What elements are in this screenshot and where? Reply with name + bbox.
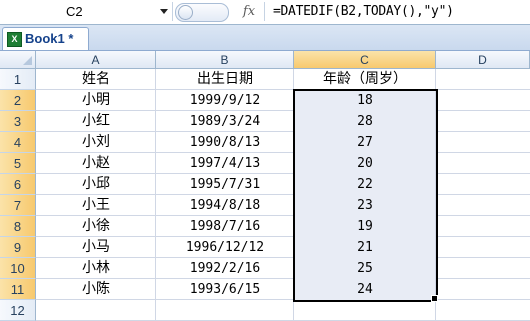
- cell-birth-date[interactable]: 1993/6/15: [156, 279, 294, 300]
- cell-birth-date[interactable]: 1992/2/16: [156, 258, 294, 279]
- row-header-4[interactable]: 4: [0, 132, 36, 153]
- cell-birth-date[interactable]: 1989/3/24: [156, 111, 294, 132]
- cell-name[interactable]: 小赵: [36, 153, 156, 174]
- cell-birth-date[interactable]: 1994/8/18: [156, 195, 294, 216]
- spreadsheet-grid: ABCD 1 2 3 4 5 6 7 8 9 10 11 12 姓名 出生日期 年龄（周岁） 小明 1999/…: [0, 51, 530, 321]
- cell-name[interactable]: 小徐: [36, 216, 156, 237]
- select-all-button[interactable]: [0, 51, 36, 69]
- cell-birth-date[interactable]: 1998/7/16: [156, 216, 294, 237]
- row-header-5[interactable]: 5: [0, 153, 36, 174]
- select-all-icon: [23, 56, 32, 65]
- formula-text: =DATEDIF(B2,TODAY(),"y"): [273, 4, 454, 19]
- cell-name[interactable]: 小陈: [36, 279, 156, 300]
- insert-function-icon[interactable]: fx: [238, 2, 260, 21]
- cell-reference: C2: [66, 4, 83, 19]
- row-header-1[interactable]: 1: [0, 69, 36, 90]
- column-header-c[interactable]: C: [294, 51, 436, 69]
- formula-input[interactable]: =DATEDIF(B2,TODAY(),"y"): [264, 2, 529, 21]
- formula-bar: C2 fx =DATEDIF(B2,TODAY(),"y"): [0, 0, 530, 25]
- selection-border: [293, 89, 438, 302]
- cell-birth-date[interactable]: 1997/4/13: [156, 153, 294, 174]
- fill-handle[interactable]: [431, 295, 438, 302]
- column-header-b[interactable]: B: [156, 51, 294, 69]
- cell-name[interactable]: 小明: [36, 90, 156, 111]
- cell-name[interactable]: 小马: [36, 237, 156, 258]
- cell-name[interactable]: 小邱: [36, 174, 156, 195]
- row-header-9[interactable]: 9: [0, 237, 36, 258]
- chevron-down-icon[interactable]: [160, 9, 168, 14]
- row-header-12[interactable]: 12: [0, 300, 36, 321]
- workbook-tab[interactable]: X Book1 *: [2, 27, 89, 50]
- cell-b1-birthdate-header[interactable]: 出生日期: [156, 69, 294, 90]
- cell-birth-date[interactable]: 1990/8/13: [156, 132, 294, 153]
- cell-name[interactable]: 小红: [36, 111, 156, 132]
- splitter-handle-icon: [178, 5, 193, 20]
- row-header-6[interactable]: 6: [0, 174, 36, 195]
- workbook-tab-label: Book1 *: [25, 31, 74, 46]
- column-header-d[interactable]: D: [436, 51, 530, 69]
- name-box[interactable]: C2: [0, 2, 173, 21]
- column-header-a[interactable]: A: [36, 51, 156, 69]
- row-header-8[interactable]: 8: [0, 216, 36, 237]
- cell-name[interactable]: 小林: [36, 258, 156, 279]
- row-header-3[interactable]: 3: [0, 111, 36, 132]
- row-header-11[interactable]: 11: [0, 279, 36, 300]
- cell-c1-age-header[interactable]: 年龄（周岁）: [294, 69, 436, 90]
- row-header-7[interactable]: 7: [0, 195, 36, 216]
- cell-birth-date[interactable]: 1999/9/12: [156, 90, 294, 111]
- workbook-tab-bar: X Book1 *: [0, 25, 530, 51]
- row-header-2[interactable]: 2: [0, 90, 36, 111]
- formula-bar-splitter[interactable]: [175, 3, 229, 22]
- excel-workbook-icon: X: [7, 32, 22, 47]
- cell-name[interactable]: 小刘: [36, 132, 156, 153]
- cell-birth-date[interactable]: 1996/12/12: [156, 237, 294, 258]
- cell-a1-name-header[interactable]: 姓名: [36, 69, 156, 90]
- cell-birth-date[interactable]: 1995/7/31: [156, 174, 294, 195]
- row-header-10[interactable]: 10: [0, 258, 36, 279]
- cell-name[interactable]: 小王: [36, 195, 156, 216]
